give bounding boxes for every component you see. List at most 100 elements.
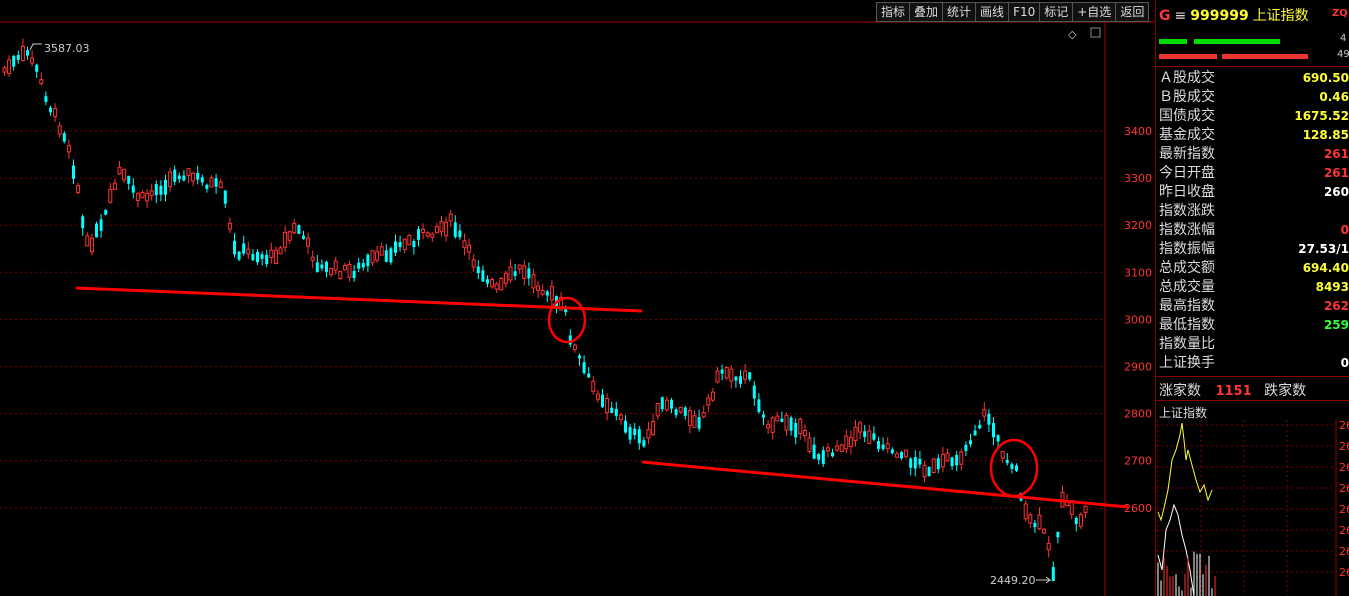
toolbar-draw-line-button[interactable]: 画线 xyxy=(975,2,1009,22)
candle-down xyxy=(918,458,922,465)
candle-down xyxy=(476,266,480,274)
y-axis-tick: 2700 xyxy=(1124,455,1152,468)
candle-up xyxy=(1078,514,1083,527)
candle-up xyxy=(1028,514,1033,524)
candle-down xyxy=(361,263,365,268)
candle-down xyxy=(752,385,756,399)
toolbar-back-button[interactable]: 返回 xyxy=(1115,2,1150,22)
candle-up xyxy=(227,222,232,230)
quote-row: 指数量比 xyxy=(1159,335,1349,354)
mini-y-tick: 26 xyxy=(1339,524,1349,537)
candle-up xyxy=(540,290,545,295)
mini-intraday-chart[interactable]: 26 26 26 26 26 26 26 26 xyxy=(1156,420,1349,596)
candle-up xyxy=(687,409,692,426)
candle-up xyxy=(618,414,623,421)
quote-label: 昨日收盘 xyxy=(1159,184,1215,200)
candle-up xyxy=(1000,450,1005,459)
candle-down xyxy=(325,261,328,272)
quote-label: Ｂ股成交 xyxy=(1159,89,1215,105)
y-axis-tick: 2800 xyxy=(1124,408,1152,421)
candle-down xyxy=(881,444,885,450)
quote-value: 0 xyxy=(1340,223,1349,237)
diamond-icon[interactable]: ◇ xyxy=(1068,28,1077,41)
candle-down xyxy=(670,399,673,409)
candle-up xyxy=(494,283,499,290)
menu-icon[interactable]: ≡ xyxy=(1175,8,1187,24)
quote-value: 27.53/1 xyxy=(1298,242,1349,256)
candle-down xyxy=(26,50,29,56)
candle-down xyxy=(302,235,305,239)
quote-value: 260 xyxy=(1323,185,1349,199)
toolbar-add-watchlist-button[interactable]: +自选 xyxy=(1072,2,1116,22)
candle-up xyxy=(1037,514,1042,530)
quote-value: 128.85 xyxy=(1302,128,1349,142)
candle-up xyxy=(522,265,527,279)
window-icon[interactable] xyxy=(1090,27,1101,38)
candle-down xyxy=(909,458,913,468)
breakdown-circle-2[interactable] xyxy=(989,438,1039,498)
candle-down xyxy=(877,441,880,449)
candle-up xyxy=(421,228,426,233)
candle-up xyxy=(1083,505,1088,514)
low-price-arrow xyxy=(1036,576,1052,584)
candle-down xyxy=(527,268,531,279)
quote-label: 指数振幅 xyxy=(1159,241,1215,257)
stock-name: 上证指数 xyxy=(1252,8,1309,24)
candle-up xyxy=(490,278,495,288)
candle-down xyxy=(587,373,591,378)
toolbar-mark-button[interactable]: 标记 xyxy=(1039,2,1073,22)
advance-decline-row: 涨家数 1151 跌家数 xyxy=(1159,380,1306,400)
quote-label: 国债成交 xyxy=(1159,108,1215,124)
candle-down xyxy=(127,175,131,184)
candle-up xyxy=(1023,503,1028,520)
quote-row: 指数振幅 27.53/1 xyxy=(1159,240,1349,259)
candle-down xyxy=(233,240,236,255)
candle-down xyxy=(481,270,485,282)
candle-down xyxy=(104,209,108,215)
candle-down xyxy=(315,262,319,273)
kline-chart[interactable]: 3400 3300 3200 3100 3000 2900 2800 2700 2600 ◇ 358… xyxy=(0,0,1155,596)
candle-up xyxy=(710,391,715,401)
volume-bar-green-2 xyxy=(1194,39,1280,44)
candle-down xyxy=(513,271,517,277)
candle-up xyxy=(269,249,274,259)
quote-value: 0 xyxy=(1340,356,1349,370)
candle-up xyxy=(591,380,596,392)
candle-down xyxy=(1056,531,1060,538)
candle-down xyxy=(35,64,39,72)
trendline-lower[interactable] xyxy=(641,460,1129,509)
candle-down xyxy=(601,394,604,408)
decline-label: 跌家数 xyxy=(1264,383,1307,399)
candle-down xyxy=(164,179,167,195)
candle-down xyxy=(568,335,572,345)
mini-y-tick: 26 xyxy=(1339,482,1349,495)
candle-up xyxy=(140,192,145,199)
candle-down xyxy=(265,254,269,265)
candle-down xyxy=(389,248,393,263)
candle-down xyxy=(1005,459,1009,464)
candle-up xyxy=(729,368,734,382)
candle-up xyxy=(646,428,651,439)
candle-up xyxy=(375,251,380,261)
candle-down xyxy=(205,184,209,189)
candle-down xyxy=(72,165,75,179)
candle-down xyxy=(987,413,991,425)
g-badge[interactable]: G xyxy=(1159,8,1171,24)
candle-down xyxy=(1074,517,1078,525)
toolbar-indicator-button[interactable]: 指标 xyxy=(876,2,910,22)
candle-down xyxy=(720,369,724,374)
toolbar-f10-button[interactable]: F10 xyxy=(1008,2,1040,22)
quote-label: 总成交量 xyxy=(1159,279,1215,295)
breakdown-circle-1[interactable] xyxy=(547,296,587,344)
candle-down xyxy=(545,291,549,296)
zq-badge[interactable]: ZQ xyxy=(1332,8,1348,19)
candle-up xyxy=(434,226,439,234)
toolbar: 指标 叠加 统计 画线 F10 标记 +自选 返回 xyxy=(876,2,1150,22)
toolbar-overlay-button[interactable]: 叠加 xyxy=(909,2,943,22)
candle-down xyxy=(49,107,52,113)
candle-up xyxy=(835,445,840,451)
candle-down xyxy=(633,428,637,436)
mini-y-tick: 26 xyxy=(1339,566,1349,579)
candle-down xyxy=(357,262,361,269)
toolbar-statistics-button[interactable]: 统计 xyxy=(942,2,976,22)
